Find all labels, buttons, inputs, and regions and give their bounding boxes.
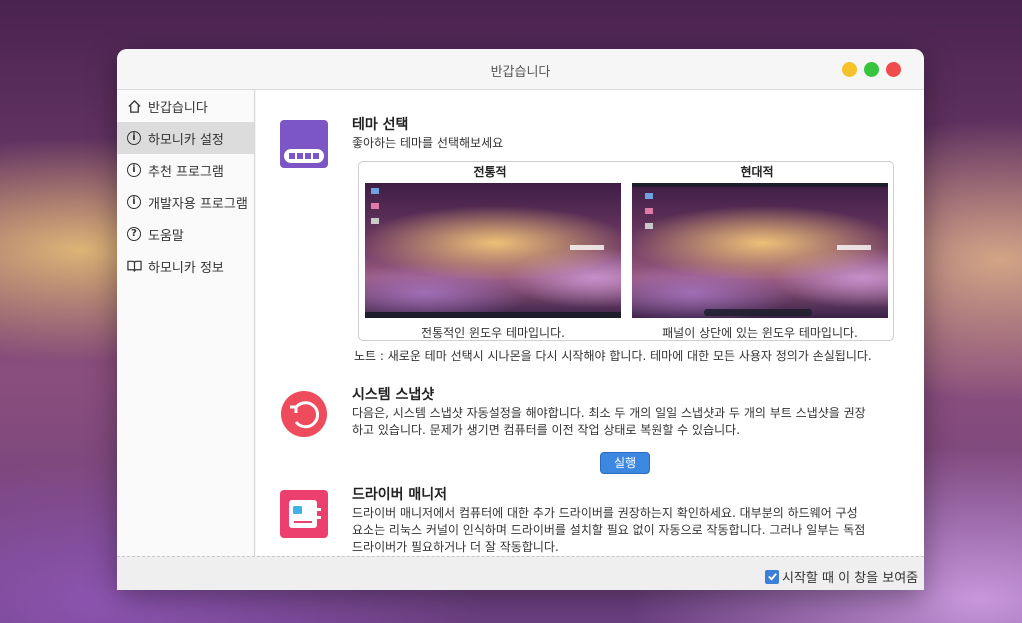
theme-option-traditional-title: 전통적 xyxy=(473,165,507,179)
theme-subtitle: 좋아하는 테마를 선택해보세요 xyxy=(352,136,504,150)
sidebar-item-about[interactable]: 하모니카 정보 xyxy=(117,250,254,282)
sidebar-item-welcome[interactable]: 반갑습니다 xyxy=(117,90,254,122)
theme-option-traditional-caption: 전통적인 윈도우 테마입니다. xyxy=(421,326,565,340)
desktop-icon xyxy=(645,193,653,199)
footer-bar: 시작할 때 이 창을 보여줌 xyxy=(117,556,924,590)
minimize-button[interactable] xyxy=(842,62,857,77)
desktop-icon xyxy=(371,218,379,224)
maximize-button[interactable] xyxy=(864,62,879,77)
info-icon: i xyxy=(126,162,142,178)
snapshot-description-line1: 다음은, 시스템 스냅샷 자동설정을 해야합니다. 최소 두 개의 일일 스냅샷… xyxy=(352,406,866,420)
sidebar-item-developer-programs[interactable]: i 개발자용 프로그램 xyxy=(117,186,254,218)
snapshot-title: 시스템 스냅샷 xyxy=(352,387,435,403)
info-icon: i xyxy=(126,194,142,210)
theme-option-traditional[interactable] xyxy=(365,183,621,318)
theme-note: 노트 : 새로운 테마 선택시 시나몬을 다시 시작해야 합니다. 테마에 대한… xyxy=(354,349,872,363)
home-icon xyxy=(126,98,142,114)
driver-manager-description-line2: 요소는 리눅스 커널이 인식하며 드라이버를 설치할 필요 없이 자동으로 작동… xyxy=(352,523,866,537)
sidebar-item-label: 도움말 xyxy=(148,228,184,244)
theme-icon xyxy=(280,120,328,168)
panel-bar xyxy=(632,183,888,187)
theme-options: 전통적 현대적 전통적인 윈도우 테마입니다. 패널이 상단에 있는 윈도우 테… xyxy=(358,161,894,341)
theme-title: 테마 선택 xyxy=(352,117,409,133)
logo-icon xyxy=(837,245,871,250)
driver-manager-description-line1: 드라이버 매니저에서 컴퓨터에 대한 추가 드라이버를 권장하는지 확인하세요.… xyxy=(352,506,858,520)
theme-option-modern-caption: 패널이 상단에 있는 윈도우 테마입니다. xyxy=(662,326,858,340)
panel-bar xyxy=(365,312,621,318)
show-on-startup-checkbox[interactable]: 시작할 때 이 창을 보여줌 xyxy=(765,567,918,586)
logo-icon xyxy=(570,245,604,250)
settings-content[interactable]: 테마 선택 좋아하는 테마를 선택해보세요 전통적 현대적 전통적인 윈도우 테… xyxy=(256,90,924,556)
theme-option-modern[interactable] xyxy=(632,183,888,318)
title-bar[interactable]: 반갑습니다 xyxy=(117,49,924,90)
sidebar-item-label: 하모니카 정보 xyxy=(148,260,224,276)
theme-option-modern-title: 현대적 xyxy=(740,165,774,179)
book-icon xyxy=(126,258,142,274)
info-icon: i xyxy=(126,130,142,146)
sidebar: 반갑습니다 i 하모니카 설정 i 추천 프로그램 i 개발자용 프로그램 ? … xyxy=(117,90,255,556)
desktop-icon xyxy=(645,223,653,229)
desktop-icon xyxy=(371,188,379,194)
dock-bar xyxy=(704,309,812,316)
sidebar-item-label: 반갑습니다 xyxy=(148,100,208,116)
sidebar-item-label: 개발자용 프로그램 xyxy=(148,196,248,212)
driver-manager-icon xyxy=(280,490,328,538)
desktop-icon xyxy=(371,203,379,209)
help-icon: ? xyxy=(126,226,142,242)
show-on-startup-label: 시작할 때 이 창을 보여줌 xyxy=(782,571,919,586)
driver-manager-title: 드라이버 매니저 xyxy=(352,487,448,503)
driver-manager-description-line3: 드라이버가 필요하거나 더 잘 작동합니다. xyxy=(352,540,559,554)
run-snapshot-button[interactable]: 실행 xyxy=(600,452,650,474)
desktop-icon xyxy=(645,208,653,214)
window-title: 반갑습니다 xyxy=(490,65,551,80)
sidebar-item-hamonikr-settings[interactable]: i 하모니카 설정 xyxy=(117,122,254,154)
sidebar-item-help[interactable]: ? 도움말 xyxy=(117,218,254,250)
sidebar-item-label: 하모니카 설정 xyxy=(148,132,224,148)
sidebar-item-label: 추천 프로그램 xyxy=(148,164,224,180)
sidebar-item-recommended-programs[interactable]: i 추천 프로그램 xyxy=(117,154,254,186)
checkmark-icon[interactable] xyxy=(765,569,779,584)
close-button[interactable] xyxy=(886,62,901,77)
welcome-window: 반갑습니다 반갑습니다 i 하모니카 설정 i 추천 프로그램 i 개발자용 프… xyxy=(117,49,924,590)
snapshot-description-line2: 하고 있습니다. 문제가 생기면 컴퓨터를 이전 작업 상태로 복원할 수 있습… xyxy=(352,423,741,437)
snapshot-icon xyxy=(280,390,328,438)
